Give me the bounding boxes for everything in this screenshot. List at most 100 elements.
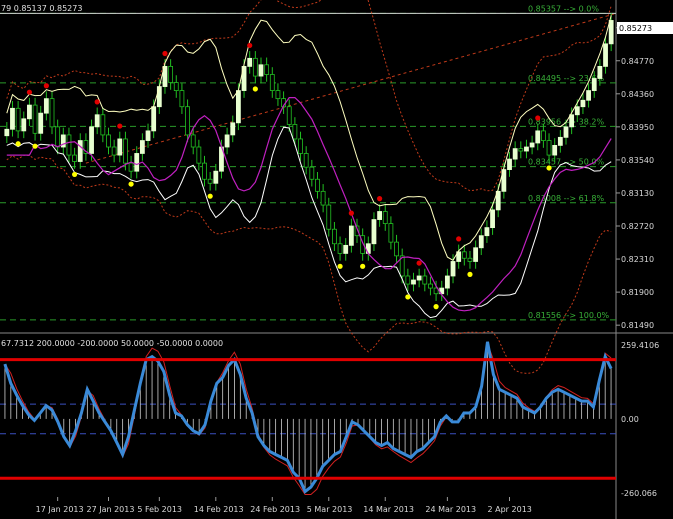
candle-body (230, 122, 236, 136)
time-tick-label: 24 Mar 2013 (425, 505, 476, 514)
time-tick-label: 27 Jan 2013 (86, 505, 134, 514)
red-signal-dot (535, 115, 541, 121)
candle-body (518, 148, 524, 152)
candle-body (298, 138, 303, 154)
cci-signal-line (4, 343, 612, 495)
candle-body (388, 223, 394, 243)
yellow-signal-dot (32, 143, 38, 149)
candle-body (586, 90, 591, 101)
cci-main-line (3, 341, 613, 494)
price-tick-label: 0.84770 (621, 57, 654, 66)
candle-body (117, 138, 123, 156)
candle-body (43, 98, 49, 114)
yellow-signal-dot (252, 86, 258, 92)
red-signal-dot (247, 42, 253, 49)
candle-body (377, 211, 383, 220)
candle-body (213, 170, 219, 184)
candle-body (89, 126, 94, 154)
candles (4, 13, 614, 301)
candle-body (139, 140, 145, 154)
candle-body (569, 114, 575, 128)
candle-body (151, 106, 157, 132)
candle-body (292, 124, 298, 140)
candle-body (32, 104, 38, 134)
yellow-signal-dot (360, 263, 366, 269)
yellow-signal-dot (467, 271, 473, 277)
candle-body (405, 275, 411, 285)
candle-body (21, 118, 27, 132)
fib-level-label: 0.83008 --> 61.8% (528, 194, 604, 203)
candle-body (309, 166, 315, 180)
candle-body (348, 225, 354, 246)
price-tick-label: 0.81490 (621, 321, 654, 330)
candle-body (507, 158, 512, 170)
cci-indicator (0, 341, 616, 495)
candle-body (55, 126, 61, 148)
red-signal-dot (416, 260, 422, 266)
time-tick-label: 14 Mar 2013 (363, 505, 414, 514)
candle-body (416, 275, 422, 281)
red-signal-dot (117, 123, 123, 129)
red-signal-dot (26, 89, 33, 95)
yellow-signal-dot (72, 171, 78, 178)
candle-body (461, 251, 467, 259)
candle-body (529, 142, 535, 148)
candle-body (66, 134, 72, 156)
candle-body (123, 138, 128, 164)
candle-body (156, 86, 162, 108)
candle-body (100, 114, 106, 136)
candle-body (337, 243, 343, 254)
candle-body (4, 128, 10, 137)
candle-body (574, 106, 580, 116)
yellow-signal-dot (15, 141, 21, 147)
candle-body (252, 57, 258, 77)
candle-body (111, 146, 117, 156)
time-tick-label: 2 Apr 2013 (488, 505, 532, 514)
yellow-signal-dot (433, 304, 439, 310)
candle-body (394, 241, 399, 257)
candle-body (557, 136, 563, 146)
candle-body (332, 228, 337, 245)
candle-body (552, 144, 558, 156)
red-signal-dot (377, 196, 383, 202)
price-tick-label: 0.81900 (621, 288, 654, 297)
candle-body (473, 247, 479, 262)
candle-body (411, 279, 416, 285)
candle-body (540, 130, 546, 141)
candle-body (15, 107, 21, 132)
candle-body (512, 148, 518, 160)
candle-body (326, 204, 332, 230)
candle-body (27, 104, 32, 120)
candle-body (134, 153, 140, 172)
red-signal-dot (43, 83, 49, 89)
red-signal-dot (162, 50, 168, 57)
candle-body (207, 178, 213, 184)
candle-body (196, 146, 202, 164)
red-signal-dot (348, 210, 354, 216)
candle-body (490, 209, 495, 229)
candle-body (247, 57, 253, 67)
candle-body (128, 162, 134, 172)
candle-body (444, 275, 450, 289)
candle-body (467, 257, 473, 262)
time-tick-label: 14 Feb 2013 (194, 505, 244, 514)
candle-body (77, 140, 83, 162)
fib-level-label: 0.83457 --> 50.0% (528, 158, 604, 167)
yellow-signal-dot (128, 181, 134, 187)
yellow-signal-dot (337, 263, 343, 269)
candle-body (484, 227, 490, 237)
candle-body (422, 275, 428, 285)
candle-body (303, 153, 309, 168)
sub-header-text: 67.7312 200.0000 -200.0000 50.0000 -50.0… (1, 339, 223, 348)
price-tick-label: 0.83130 (621, 189, 654, 198)
candle-body (428, 283, 433, 289)
candle-body (275, 90, 281, 100)
candle-body (450, 261, 456, 277)
candle-body (382, 211, 388, 224)
time-tick-label: 5 Feb 2013 (137, 505, 182, 514)
candle-body (563, 126, 569, 138)
candle-body (371, 219, 377, 245)
candle-body (524, 146, 529, 152)
candle-body (320, 190, 326, 206)
candle-body (94, 114, 100, 128)
